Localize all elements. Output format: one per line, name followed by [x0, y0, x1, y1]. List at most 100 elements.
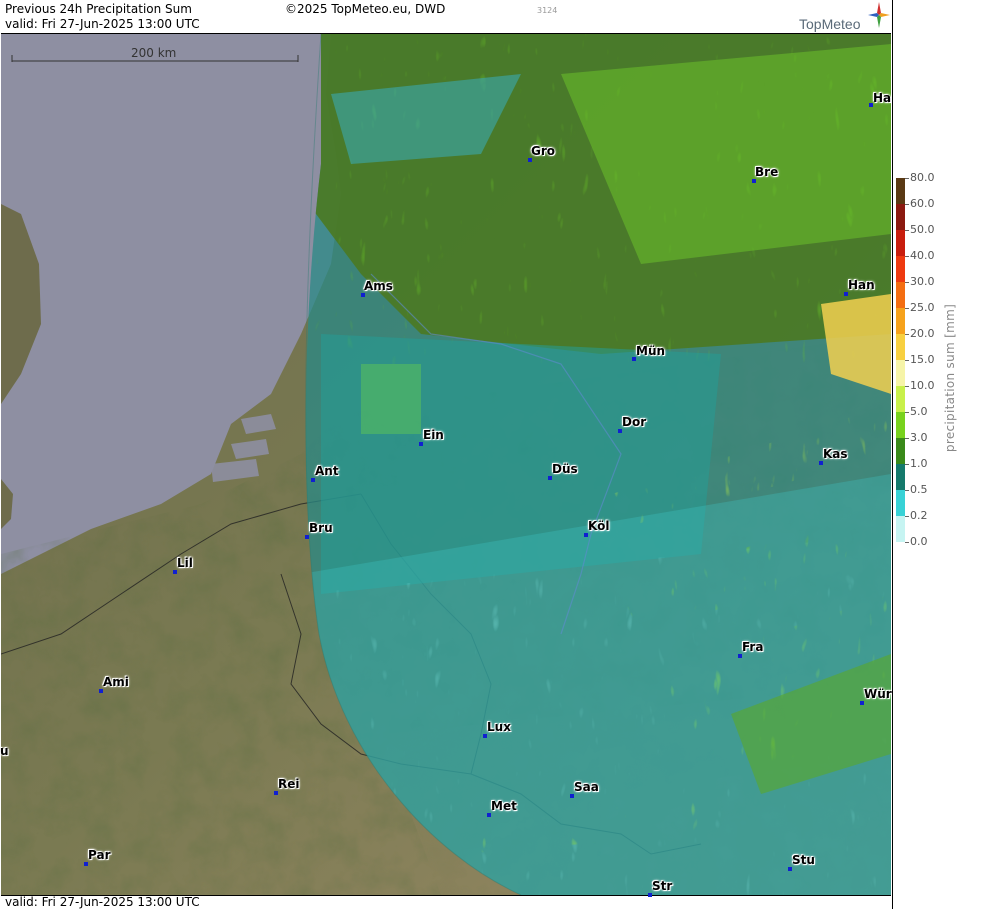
legend-color-swatch	[896, 464, 905, 490]
city-marker	[528, 158, 532, 162]
city-marker	[548, 476, 552, 480]
city-label: Wür	[864, 687, 892, 701]
legend-level-label: 3.0	[910, 431, 928, 444]
legend-color-swatch	[896, 256, 905, 282]
legend-level-label: 10.0	[910, 379, 935, 392]
legend-tick	[905, 256, 909, 257]
legend-tick	[905, 282, 909, 283]
legend-tick	[905, 360, 909, 361]
legend-title: precipitation sum [mm]	[943, 303, 957, 453]
legend-color-swatch	[896, 516, 905, 542]
legend-color-swatch	[896, 334, 905, 360]
legend-color-swatch	[896, 438, 905, 464]
city-label: Ein	[423, 428, 444, 442]
city-label: Köl	[588, 519, 610, 533]
legend-level-label: 15.0	[910, 353, 935, 366]
city-marker	[305, 535, 309, 539]
city-label: Lux	[487, 720, 511, 734]
city-label: Saa	[574, 780, 599, 794]
city-label: Met	[491, 799, 517, 813]
city-marker	[584, 533, 588, 537]
legend-color-swatch	[896, 360, 905, 386]
legend-level-label: 60.0	[910, 197, 935, 210]
city-label: Fra	[742, 640, 764, 654]
city-label: Han	[848, 278, 875, 292]
legend-tick	[905, 204, 909, 205]
precipitation-map-frame: Previous 24h Precipitation Sum valid: Fr…	[0, 0, 983, 909]
legend-color-swatch	[896, 490, 905, 516]
legend-color-swatch	[896, 412, 905, 438]
legend-tick	[905, 308, 909, 309]
legend-color-swatch	[896, 178, 905, 204]
legend-tick	[905, 542, 909, 543]
city-label: Bre	[755, 165, 779, 179]
legend-tick	[905, 230, 909, 231]
city-label: u	[0, 744, 9, 758]
legend-level-label: 30.0	[910, 275, 935, 288]
city-label: Lil	[177, 556, 193, 570]
legend-tick	[905, 386, 909, 387]
city-marker	[487, 813, 491, 817]
city-label: Ams	[364, 279, 393, 293]
city-marker	[844, 292, 848, 296]
city-label: Ant	[315, 464, 339, 478]
legend-tick	[905, 490, 909, 491]
city-marker	[819, 461, 823, 465]
legend-tick	[905, 438, 909, 439]
city-marker	[361, 293, 365, 297]
city-label: Stu	[792, 853, 815, 867]
city-marker	[860, 701, 864, 705]
legend-level-label: 0.5	[910, 483, 928, 496]
map-canvas[interactable]	[1, 33, 891, 896]
map-title: Previous 24h Precipitation Sum	[5, 2, 192, 16]
copyright-text: ©2025 TopMeteo.eu, DWD	[285, 2, 446, 16]
legend-color-swatch	[896, 204, 905, 230]
legend-level-label: 0.0	[910, 535, 928, 548]
city-label: Gro	[531, 144, 556, 158]
topmeteo-logo[interactable]: TopMeteo	[798, 2, 890, 32]
scale-bar: 200 km	[11, 46, 299, 63]
legend-tick	[905, 178, 909, 179]
legend-tick	[905, 516, 909, 517]
city-label: Bru	[309, 521, 333, 535]
compass-star-icon	[868, 2, 890, 28]
legend-level-label: 25.0	[910, 301, 935, 314]
legend-color-swatch	[896, 282, 905, 308]
city-marker	[618, 429, 622, 433]
city-marker	[84, 862, 88, 866]
map-image	[1, 34, 891, 895]
city-label: Str	[652, 879, 673, 893]
city-label: Ha	[873, 91, 892, 105]
city-label: Ami	[103, 675, 129, 689]
city-marker	[419, 442, 423, 446]
city-marker	[311, 478, 315, 482]
legend-level-label: 0.2	[910, 509, 928, 522]
city-label: Kas	[823, 447, 848, 461]
city-label: Rei	[278, 777, 300, 791]
legend-color-swatch	[896, 386, 905, 412]
city-marker	[570, 794, 574, 798]
legend-color-swatch	[896, 308, 905, 334]
legend-level-label: 20.0	[910, 327, 935, 340]
city-marker	[788, 867, 792, 871]
city-marker	[274, 791, 278, 795]
city-marker	[648, 893, 652, 897]
city-label: Par	[88, 848, 111, 862]
legend-panel: 80.0 60.0 50.0 40.0 30.0 25.0 20.0 15.0 10.0 5.0 3…	[892, 0, 983, 909]
legend-level-label: 5.0	[910, 405, 928, 418]
city-label: Mün	[636, 344, 666, 358]
legend-level-label: 50.0	[910, 223, 935, 236]
logo-text: TopMeteo	[799, 16, 861, 32]
city-marker	[483, 734, 487, 738]
valid-time-bottom: valid: Fri 27-Jun-2025 13:00 UTC	[5, 895, 200, 909]
city-label: Dor	[622, 415, 647, 429]
legend-level-label: 80.0	[910, 171, 935, 184]
legend-color-swatch	[896, 230, 905, 256]
city-marker	[99, 689, 103, 693]
legend-level-label: 1.0	[910, 457, 928, 470]
valid-time-top: valid: Fri 27-Jun-2025 13:00 UTC	[5, 17, 200, 31]
legend-tick	[905, 412, 909, 413]
legend-tick	[905, 464, 909, 465]
legend-tick	[905, 334, 909, 335]
city-marker	[752, 179, 756, 183]
